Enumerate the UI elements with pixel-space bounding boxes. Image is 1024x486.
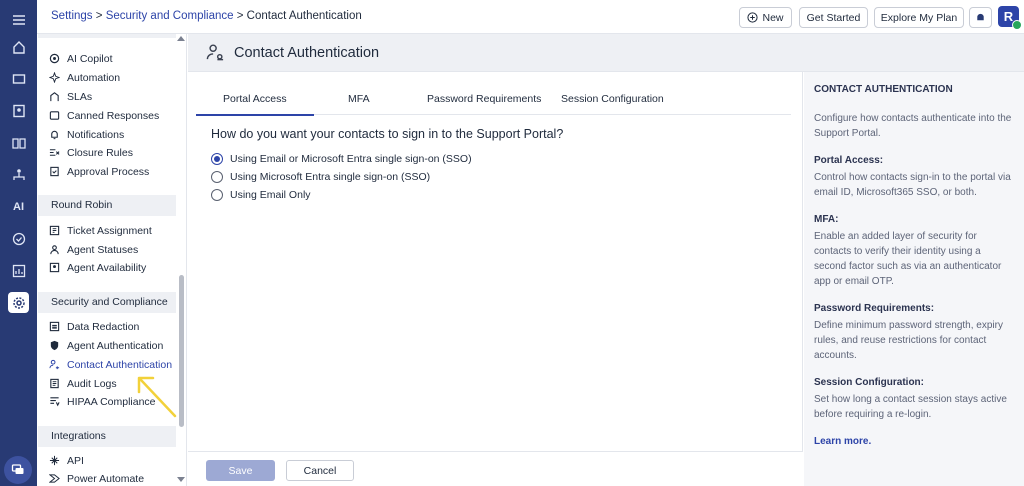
page-header: Contact Authentication	[188, 34, 1024, 72]
breadcrumb: Settings > Security and Compliance > Con…	[51, 10, 362, 22]
bell-icon	[977, 13, 984, 22]
top-bar: Settings > Security and Compliance > Con…	[37, 0, 1024, 34]
knowledge-base-icon[interactable]	[8, 132, 29, 153]
help-mfa-title: MFA:	[814, 214, 839, 225]
help-password-text: Define minimum password strength, expiry…	[814, 320, 1003, 361]
sparkle-icon	[49, 72, 60, 83]
notifications-button[interactable]	[969, 7, 992, 28]
form-footer: Save Cancel	[188, 451, 803, 486]
bell-icon	[51, 130, 58, 140]
sidebar-heading-integrations: Integrations	[38, 426, 176, 447]
audit-log-icon	[50, 378, 59, 389]
tasks-icon[interactable]	[8, 228, 29, 249]
help-panel: CONTACT AUTHENTICATION Configure how con…	[804, 72, 1024, 486]
sidebar-heading-round-robin: Round Robin	[38, 195, 176, 216]
help-session-text: Set how long a contact session stays act…	[814, 394, 1007, 420]
breadcrumb-separator: >	[236, 10, 244, 22]
sidebar-item-agent-availability[interactable]: Agent Availability	[49, 259, 177, 276]
menu-icon[interactable]	[8, 9, 29, 30]
tab-bar: Portal Access MFA Password Requirements …	[196, 85, 791, 116]
plus-circle-icon	[747, 12, 759, 23]
scroll-down-icon[interactable]	[177, 477, 185, 482]
help-intro: Configure how contacts authenticate into…	[814, 113, 1012, 139]
data-redaction-icon	[49, 321, 60, 332]
page-title: Contact Authentication	[234, 45, 380, 61]
save-button[interactable]: Save	[206, 460, 275, 481]
portal-sign-in-question: How do you want your contacts to sign in…	[211, 127, 564, 141]
help-password-title: Password Requirements:	[814, 303, 935, 314]
approval-icon	[50, 166, 59, 177]
radio-email-only[interactable]: Using Email Only	[211, 189, 311, 201]
main-panel: Portal Access MFA Password Requirements …	[188, 72, 803, 486]
sidebar-item-data-redaction[interactable]: Data Redaction	[49, 318, 177, 335]
power-automate-icon	[49, 474, 60, 483]
sidebar-item-power-automate[interactable]: Power Automate	[49, 470, 177, 486]
cancel-button[interactable]: Cancel	[286, 460, 354, 481]
ticket-assignment-icon	[49, 225, 60, 236]
tab-password-requirements[interactable]: Password Requirements	[427, 93, 541, 105]
radio-unselected-icon[interactable]	[211, 171, 223, 183]
tab-portal-access[interactable]: Portal Access	[196, 93, 314, 116]
sidebar-item-notifications[interactable]: Notifications	[49, 126, 177, 143]
help-heading: CONTACT AUTHENTICATION	[814, 84, 953, 95]
sidebar-item-agent-authentication[interactable]: Agent Authentication	[49, 337, 177, 354]
sidebar-item-ticket-assignment[interactable]: Ticket Assignment	[49, 222, 177, 239]
scroll-up-icon[interactable]	[177, 36, 185, 41]
radio-email-or-sso[interactable]: Using Email or Microsoft Entra single si…	[211, 153, 472, 165]
help-portal-text: Control how contacts sign-in to the port…	[814, 172, 1011, 198]
sidebar-item-slas[interactable]: SLAs	[49, 88, 177, 105]
annotation-arrow-icon	[137, 376, 177, 418]
api-icon	[49, 455, 60, 466]
radio-unselected-icon[interactable]	[211, 189, 223, 201]
tab-mfa[interactable]: MFA	[348, 93, 370, 105]
sidebar-item-canned-responses[interactable]: Canned Responses	[49, 107, 177, 124]
copilot-icon	[49, 53, 60, 64]
contact-authentication-icon	[206, 44, 224, 61]
learn-more-link[interactable]: Learn more.	[814, 436, 871, 447]
radio-sso-only[interactable]: Using Microsoft Entra single sign-on (SS…	[211, 171, 430, 183]
reports-icon[interactable]	[8, 260, 29, 281]
contact-key-icon	[49, 359, 60, 370]
tab-session-configuration[interactable]: Session Configuration	[561, 93, 664, 105]
help-portal-title: Portal Access:	[814, 155, 884, 166]
org-chart-icon[interactable]	[8, 164, 29, 185]
hipaa-icon	[50, 397, 60, 407]
help-session-title: Session Configuration:	[814, 377, 924, 388]
breadcrumb-separator: >	[95, 10, 103, 22]
ticket-icon[interactable]	[8, 68, 29, 89]
sidebar-heading-security: Security and Compliance	[38, 292, 176, 313]
sla-icon	[50, 92, 59, 102]
breadcrumb-current: Contact Authentication	[246, 10, 362, 22]
ai-icon[interactable]: AI	[8, 196, 29, 217]
breadcrumb-settings[interactable]: Settings	[51, 10, 93, 22]
sidebar-item-closure-rules[interactable]: Closure Rules	[49, 144, 177, 161]
chat-bubble-icon[interactable]	[4, 456, 32, 484]
closure-rules-icon	[49, 149, 60, 156]
radio-selected-icon[interactable]	[211, 153, 223, 165]
app-rail: AI	[0, 0, 37, 486]
get-started-button[interactable]: Get Started	[799, 7, 868, 28]
explore-plan-button[interactable]: Explore My Plan	[874, 7, 964, 28]
canned-response-icon	[49, 111, 60, 120]
agent-status-icon	[50, 245, 59, 255]
online-status-icon	[1012, 20, 1022, 30]
sidebar-item-automation[interactable]: Automation	[49, 69, 177, 86]
availability-icon	[49, 262, 60, 273]
settings-gear-icon[interactable]	[8, 292, 29, 313]
new-button[interactable]: New	[739, 7, 792, 28]
contacts-icon[interactable]	[8, 100, 29, 121]
home-icon[interactable]	[8, 36, 29, 57]
sidebar-item-ai-copilot[interactable]: AI Copilot	[49, 50, 177, 67]
sidebar-item-agent-statuses[interactable]: Agent Statuses	[49, 241, 177, 258]
sidebar-item-api[interactable]: API	[49, 452, 177, 469]
help-mfa-text: Enable an added layer of security for co…	[814, 231, 1002, 287]
avatar[interactable]: R	[998, 6, 1022, 30]
sidebar-item-approval-process[interactable]: Approval Process	[49, 163, 177, 180]
sidebar-scroll-thumb[interactable]	[179, 275, 184, 427]
shield-icon	[50, 340, 59, 351]
breadcrumb-security[interactable]: Security and Compliance	[106, 10, 234, 22]
